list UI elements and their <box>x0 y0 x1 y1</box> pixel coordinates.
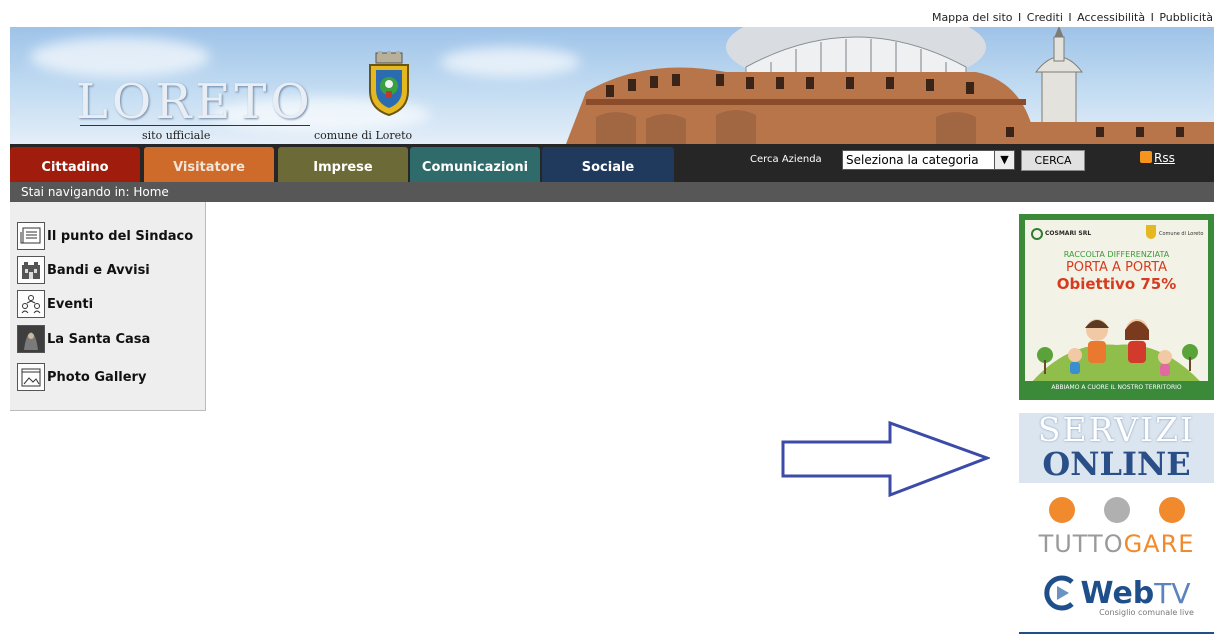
municipal-crest-icon <box>369 51 409 117</box>
webtv-bottom-rule <box>1019 632 1214 634</box>
tuttogare-banner[interactable]: TUTTOGARE <box>1019 496 1214 560</box>
cosmari-line-porta: PORTA A PORTA <box>1065 260 1168 275</box>
tuttogare-wordmark: TUTTOGARE <box>1019 530 1214 558</box>
logo-subtitle-comune: comune di Loreto <box>314 129 413 142</box>
webtv-brand-light: TV <box>1154 576 1191 610</box>
servizi-online-banner[interactable]: SERVIZI ONLINE <box>1019 413 1214 483</box>
basilica-image <box>566 27 1214 144</box>
sidebar-item-label: La Santa Casa <box>47 331 151 347</box>
cosmari-line-raccolta: RACCOLTA DIFFERENZIATA <box>1063 250 1170 259</box>
category-select[interactable]: Seleziona la categoria ▼ <box>842 150 1015 170</box>
family-illustration <box>1025 319 1208 390</box>
tab-sociale[interactable]: Sociale <box>542 147 674 182</box>
sidebar-item-eventi[interactable]: Eventi <box>17 290 93 318</box>
separator: I <box>1018 11 1022 24</box>
sidebar-item-santa-casa[interactable]: La Santa Casa <box>17 325 150 353</box>
sidebar-item-label: Il punto del Sindaco <box>47 228 194 244</box>
cosmari-company-name: COSMARI SRL <box>1045 230 1092 237</box>
breadcrumb: Stai navigando in: Home <box>10 182 1214 202</box>
advertising-link[interactable]: Pubblicità <box>1159 11 1213 24</box>
cloud-decoration <box>30 37 210 77</box>
tuttogare-part1: TUTTO <box>1038 530 1124 558</box>
cosmari-footer: ABBIAMO A CUORE IL NOSTRO TERRITORIO <box>1025 381 1208 394</box>
webtv-logo: Web TV <box>1019 574 1214 612</box>
site-logo-title[interactable]: LORETO <box>76 74 314 130</box>
webtv-brand-bold: Web <box>1080 575 1155 611</box>
rss-label: Rss <box>1154 151 1175 165</box>
tab-imprese[interactable]: Imprese <box>278 147 408 182</box>
site-header-banner: LORETO sito ufficiale comune di Loreto <box>10 27 1214 144</box>
category-select-value: Seleziona la categoria <box>846 153 979 167</box>
cosmari-line-obiettivo: Obiettivo 75% <box>1056 275 1177 293</box>
crest-icon <box>1146 225 1156 239</box>
logo-underline <box>80 125 310 126</box>
webtv-banner[interactable]: Web TV Consiglio comunale live <box>1019 568 1214 634</box>
credits-link[interactable]: Crediti <box>1027 11 1063 24</box>
tab-visitatore[interactable]: Visitatore <box>144 147 274 182</box>
sitemap-link[interactable]: Mappa del sito <box>932 11 1013 24</box>
top-utility-links: Mappa del sito I Crediti I Accessibilità… <box>931 11 1214 24</box>
webtv-tagline: Consiglio comunale live <box>1099 608 1194 617</box>
rss-link[interactable]: Rss <box>1140 151 1175 165</box>
main-nav-bar: Cittadino Visitatore Imprese Comunicazio… <box>10 144 1214 182</box>
newspaper-icon <box>17 222 45 250</box>
accessibility-link[interactable]: Accessibilità <box>1077 11 1145 24</box>
cosmari-banner-inner: COSMARI SRL Comune di Loreto RACCOLTA DI… <box>1025 220 1208 394</box>
company-search-label: Cerca Azienda <box>750 154 822 165</box>
play-icon <box>1044 575 1075 611</box>
sidebar-item-photo-gallery[interactable]: Photo Gallery <box>17 363 146 391</box>
logo-subtitle-official: sito ufficiale <box>142 129 211 142</box>
chevron-down-icon[interactable]: ▼ <box>994 151 1014 169</box>
photo-icon <box>17 363 45 391</box>
separator: I <box>1150 11 1154 24</box>
tuttogare-logo-icon <box>1048 497 1185 523</box>
sidebar-menu: Il punto del Sindaco Bandi e Avvisi Even… <box>10 202 206 411</box>
tuttogare-part2: GARE <box>1123 530 1195 558</box>
cosmari-recycling-banner[interactable]: COSMARI SRL Comune di Loreto RACCOLTA DI… <box>1019 214 1214 400</box>
servizi-line2: ONLINE <box>1042 445 1191 483</box>
tab-cittadino[interactable]: Cittadino <box>10 147 140 182</box>
madonna-icon <box>17 325 45 353</box>
cosmari-logo-icon <box>1031 228 1043 240</box>
separator: I <box>1068 11 1072 24</box>
people-icon <box>17 290 45 318</box>
sidebar-item-label: Bandi e Avvisi <box>47 262 150 278</box>
building-icon <box>17 256 45 284</box>
sidebar-item-bandi-avvisi[interactable]: Bandi e Avvisi <box>17 256 150 284</box>
sidebar-item-label: Photo Gallery <box>47 369 147 385</box>
servizi-line1: SERVIZI <box>1037 410 1196 449</box>
sidebar-item-label: Eventi <box>47 296 94 312</box>
tab-comunicazioni[interactable]: Comunicazioni <box>410 147 540 182</box>
rss-icon <box>1140 151 1152 163</box>
arrow-right-icon <box>781 420 990 498</box>
search-button[interactable]: CERCA <box>1021 150 1085 171</box>
sidebar-item-punto-sindaco[interactable]: Il punto del Sindaco <box>17 222 193 250</box>
comune-label: Comune di Loreto <box>1159 231 1204 237</box>
